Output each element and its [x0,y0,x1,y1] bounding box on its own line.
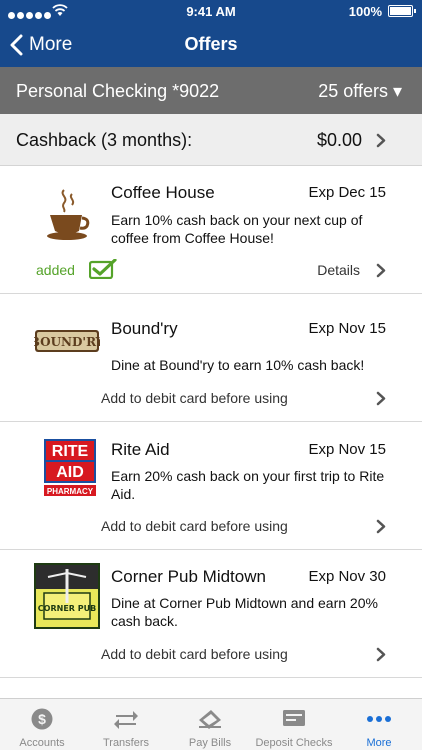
tab-label: Pay Bills [188,737,232,749]
chevron-right-icon [376,391,386,406]
offer-exp: Exp Nov 15 [308,320,386,337]
offer-exp: Exp Dec 15 [308,184,386,201]
add-to-card-button[interactable]: Add to debit card before using [101,646,288,662]
offer-description: Dine at Corner Pub Midtown and earn 20% … [111,595,378,629]
offer-exp: Exp Nov 30 [308,568,386,585]
top-header: 9:41 AM 100% More Offers [0,0,422,67]
cashback-label: Cashback (3 months): [16,130,193,150]
nav-bar: More Offers [0,22,422,67]
battery-percent: 100% [348,4,382,19]
cashback-row[interactable]: Cashback (3 months): $0.00 [0,114,422,166]
offer-merchant: Rite Aid [111,440,170,459]
offer-merchant: Corner Pub Midtown [111,567,266,586]
offer-merchant: Bound'ry [111,319,178,338]
transfer-arrows-icon [114,711,138,729]
tab-label: More [366,737,392,749]
tab-label: Transfers [102,737,150,749]
offer-description: Earn 20% cash back on your first trip to… [111,468,385,502]
check-icon [89,259,117,279]
offer-coffee-house[interactable]: Coffee House Exp Dec 15 Earn 10% cash ba… [0,166,422,294]
boundry-logo: BOUND'RY [34,330,100,352]
battery-icon [388,5,416,17]
status-bar: 9:41 AM 100% [0,0,422,22]
offer-boundry[interactable]: BOUND'RY Bound'ry Exp Nov 15 Dine at Bou… [0,294,422,422]
account-bar: Personal Checking *9022 25 offers ▾ [0,67,422,114]
coffee-cup-logo [47,189,90,240]
pay-bills-icon [199,710,221,729]
account-name: Personal Checking *9022 [16,81,220,101]
offer-exp: Exp Nov 15 [308,441,386,458]
rite-aid-logo: RITE AID PHARMACY [44,439,96,496]
rite-aid-logo-text: PHARMACY [47,487,94,496]
chevron-right-icon [376,133,386,148]
chevron-right-icon [376,263,386,278]
offer-merchant: Coffee House [111,183,215,202]
tab-deposit-checks[interactable]: Deposit Checks [252,699,336,750]
tab-accounts[interactable]: $ Accounts [0,699,84,750]
tab-transfers[interactable]: Transfers [84,699,168,750]
deposit-check-icon [283,710,305,726]
offer-rite-aid[interactable]: RITE AID PHARMACY Rite Aid Exp Nov 15 Ea… [0,422,422,550]
svg-text:$: $ [38,711,46,727]
offers-list: Coffee House Exp Dec 15 Earn 10% cash ba… [0,166,422,698]
added-status: added [36,262,75,278]
chevron-right-icon [376,647,386,662]
rite-aid-logo-text: RITE [52,443,89,460]
cashback-amount: $0.00 [316,130,362,150]
tab-pay-bills[interactable]: Pay Bills [168,699,252,750]
tab-more[interactable]: More [336,699,422,750]
dollar-coin-icon: $ [31,708,53,730]
chevron-left-icon [10,34,23,56]
more-dots-icon [367,716,391,722]
corner-pub-logo-text: CORNER PUB [38,604,96,613]
tab-label: Accounts [19,737,65,749]
corner-pub-logo: CORNER PUB [34,563,100,629]
details-link[interactable]: Details [317,262,360,278]
rite-aid-logo-text: AID [56,464,84,481]
add-to-card-button[interactable]: Add to debit card before using [101,518,288,534]
tab-label: Deposit Checks [255,737,333,749]
boundry-logo-text: BOUND'RY [34,335,100,349]
offer-partial[interactable] [0,678,422,698]
back-button-label: More [29,34,73,55]
offers-count-dropdown[interactable]: 25 offers ▾ [318,81,402,102]
offer-corner-pub-midtown[interactable]: CORNER PUB Corner Pub Midtown Exp Nov 30… [0,550,422,678]
offer-description: Earn 10% cash back on your next cup of c… [111,212,363,246]
chevron-right-icon [376,519,386,534]
tab-bar: $ Accounts Transfers Pay Bills Deposit C… [0,698,422,750]
add-to-card-button[interactable]: Add to debit card before using [101,390,288,406]
back-button[interactable]: More [10,30,72,60]
offer-description: Dine at Bound'ry to earn 10% cash back! [111,357,365,373]
